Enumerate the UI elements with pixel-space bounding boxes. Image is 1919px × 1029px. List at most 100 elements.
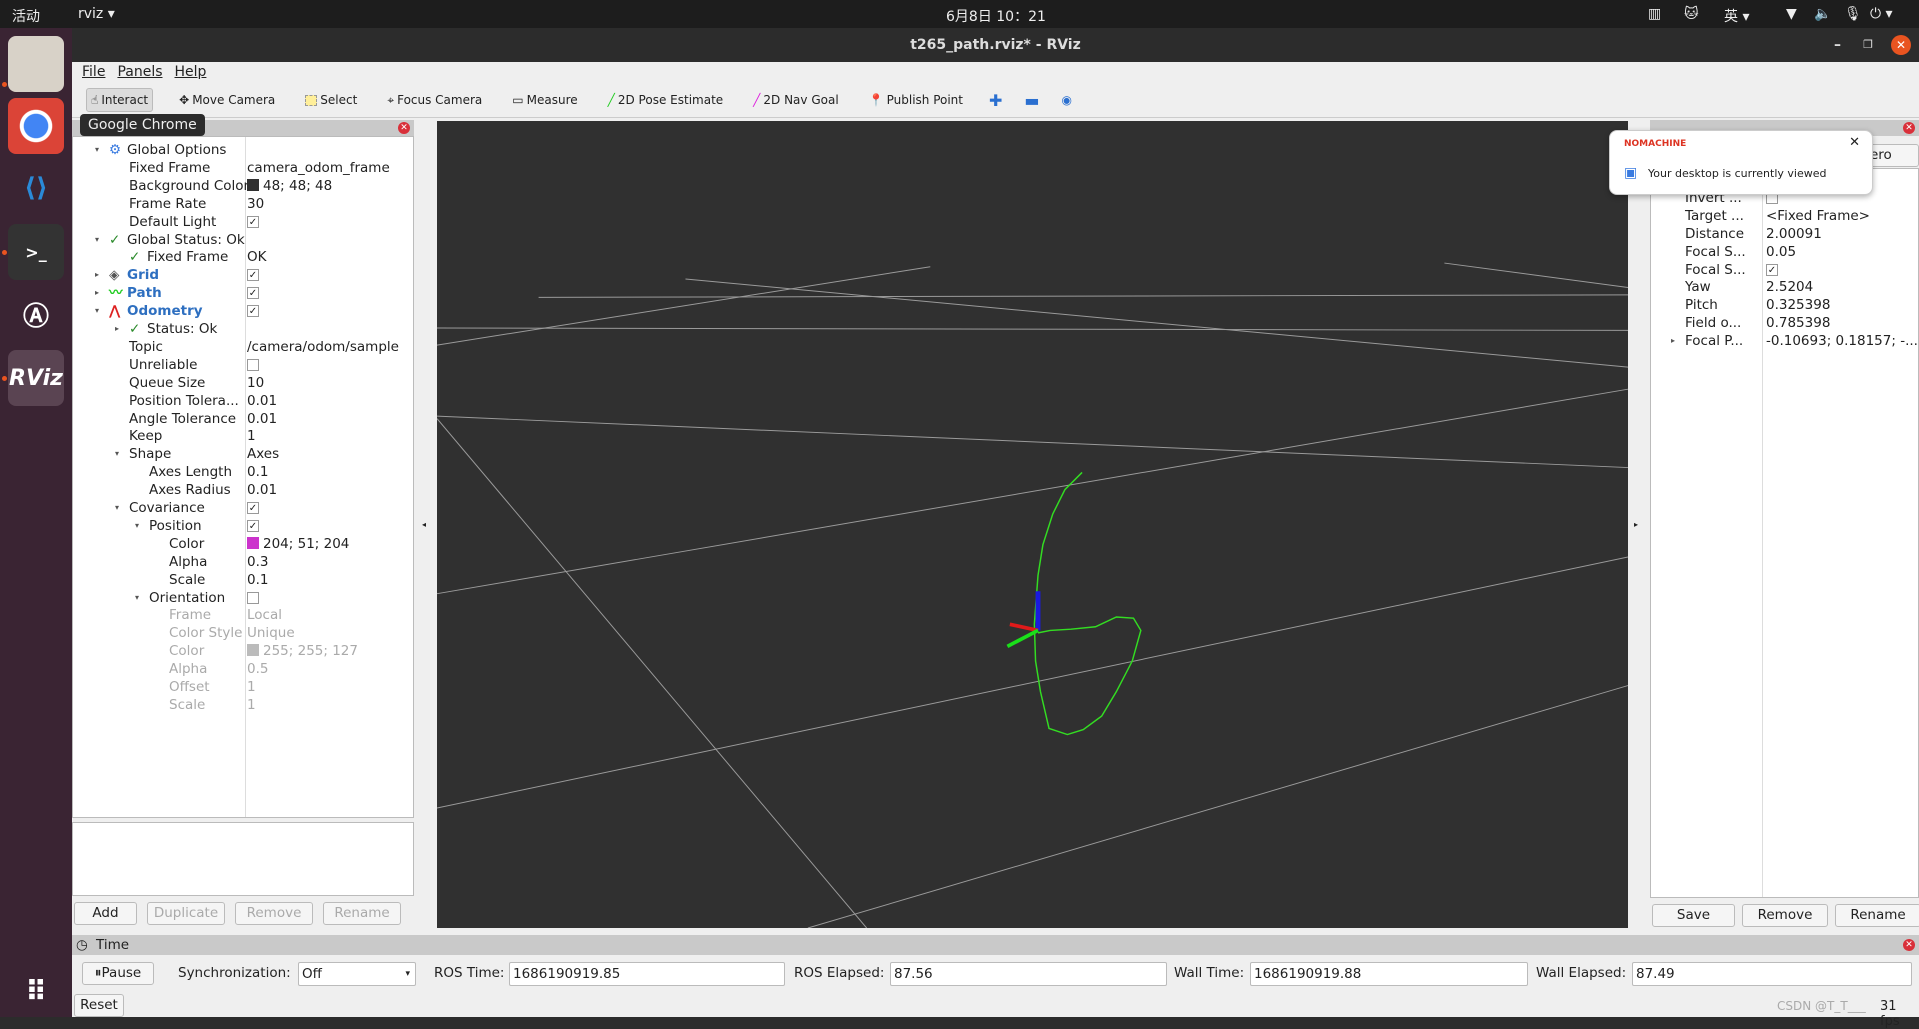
display-tree-row[interactable]: ▸ ◈ Grid ✓ xyxy=(73,266,413,284)
checkbox[interactable]: ✓ xyxy=(247,305,259,318)
property-value[interactable]: -0.10693; 0.18157; -... xyxy=(1766,332,1918,350)
microphone-icon[interactable]: 🎙 xyxy=(1844,6,1862,22)
tool-focus-camera[interactable]: ⌖ Focus Camera xyxy=(383,89,486,112)
input-method[interactable]: 英 ▾ xyxy=(1724,6,1749,26)
checkbox[interactable]: ✓ xyxy=(247,287,259,300)
files-icon[interactable] xyxy=(8,36,64,92)
display-tree-row[interactable]: ▾ Position ✓ xyxy=(73,517,413,535)
rename-button[interactable]: Rename xyxy=(323,902,401,925)
network-icon[interactable]: ▥ xyxy=(1648,6,1661,22)
clock[interactable]: 6月8日 10：21 xyxy=(946,6,1046,26)
property-value[interactable]: /camera/odom/sample xyxy=(247,338,399,356)
add-button[interactable]: Add xyxy=(74,902,137,925)
property-value[interactable]: ✓ xyxy=(247,213,259,231)
display-tree-row[interactable]: Axes Radius 0.01 xyxy=(73,481,413,499)
display-tree-row[interactable]: ▸ ✓ Status: Ok xyxy=(73,320,413,338)
property-value[interactable]: ✓ xyxy=(247,266,259,284)
property-value[interactable]: 1 xyxy=(247,427,256,445)
display-tree-row[interactable]: Color 255; 255; 127 xyxy=(73,642,413,660)
checkbox[interactable]: ✓ xyxy=(247,502,259,514)
property-value[interactable]: 0.05 xyxy=(1766,243,1796,261)
property-value[interactable]: Local xyxy=(247,606,282,624)
tool-measure[interactable]: ▭ Measure xyxy=(508,89,581,111)
close-panel-button[interactable]: ✕ xyxy=(398,122,410,134)
menu-help[interactable]: Help xyxy=(175,62,207,83)
display-tree-row[interactable]: Angle Tolerance 0.01 xyxy=(73,410,413,428)
property-value[interactable]: 0.3 xyxy=(247,553,268,571)
close-panel-button[interactable]: ✕ xyxy=(1903,939,1915,951)
expand-arrow-icon[interactable]: ▾ xyxy=(95,231,99,249)
cat-app-icon[interactable]: 🐱 xyxy=(1684,6,1699,22)
terminal-icon[interactable]: >_ xyxy=(8,224,64,280)
display-tree-row[interactable]: Queue Size 10 xyxy=(73,374,413,392)
maximize-button[interactable]: ❐ xyxy=(1863,28,1873,62)
tool-interact[interactable]: ☝ Interact xyxy=(86,88,154,112)
view-property-row[interactable]: Field o... 0.785398 xyxy=(1651,314,1919,332)
view-property-row[interactable]: Yaw 2.5204 xyxy=(1651,278,1919,296)
checkbox[interactable]: ✓ xyxy=(247,519,259,532)
volume-icon[interactable]: 🔈 xyxy=(1814,6,1831,22)
display-tree-row[interactable]: Position Tolera... 0.01 xyxy=(73,392,413,410)
checkbox[interactable]: ✓ xyxy=(247,215,259,228)
property-value[interactable]: 1 xyxy=(247,696,256,714)
checkbox[interactable]: ✓ xyxy=(1766,263,1778,276)
chrome-icon[interactable] xyxy=(8,98,64,154)
display-tree-row[interactable]: Scale 1 xyxy=(73,696,413,714)
ros-elapsed-field[interactable]: 87.56 xyxy=(890,962,1167,986)
close-panel-button[interactable]: ✕ xyxy=(1903,122,1915,134)
expand-arrow-icon[interactable]: ▾ xyxy=(115,445,119,463)
property-value[interactable]: ✓ xyxy=(247,284,259,302)
power-icon[interactable]: ⏻ ▾ xyxy=(1870,6,1893,22)
property-value[interactable]: Axes xyxy=(247,445,279,463)
expand-arrow-icon[interactable]: ▸ xyxy=(1671,332,1675,350)
property-value[interactable] xyxy=(247,356,259,374)
display-tree-row[interactable]: Frame Local xyxy=(73,606,413,624)
expand-arrow-icon[interactable]: ▾ xyxy=(135,589,139,607)
display-tree-row[interactable]: ▸ 〰 Path ✓ xyxy=(73,284,413,302)
expand-arrow-icon[interactable]: ▸ xyxy=(95,266,99,284)
display-tree-row[interactable]: Alpha 0.3 xyxy=(73,553,413,571)
view-property-row[interactable]: Target ... <Fixed Frame> xyxy=(1651,207,1919,225)
view-property-row[interactable]: ▸ Focal P... -0.10693; 0.18157; -... xyxy=(1651,332,1919,350)
property-value[interactable]: 2.00091 xyxy=(1766,225,1822,243)
checkbox[interactable] xyxy=(247,591,259,604)
display-tree-row[interactable]: ▾ ✓ Global Status: Ok xyxy=(73,231,413,249)
minimize-button[interactable]: – xyxy=(1834,28,1841,62)
tool-select[interactable]: Select xyxy=(301,89,361,111)
save-button[interactable]: Save xyxy=(1652,904,1735,927)
display-tree-row[interactable]: Topic/camera/odom/sample xyxy=(73,338,413,356)
add-tool-icon[interactable]: ✚ xyxy=(989,91,1002,110)
duplicate-button[interactable]: Duplicate xyxy=(147,902,225,925)
tool-move-camera[interactable]: ✥ Move Camera xyxy=(175,89,279,111)
property-value[interactable]: 0.1 xyxy=(247,571,268,589)
expand-arrow-icon[interactable]: ▸ xyxy=(115,320,119,338)
rviz-icon[interactable]: RViz xyxy=(8,350,64,406)
activities-button[interactable]: 活动 xyxy=(12,6,40,26)
tool-2d-nav-goal[interactable]: ╱ 2D Nav Goal xyxy=(749,89,843,111)
property-value[interactable]: 10 xyxy=(247,374,264,392)
display-tree-row[interactable]: Color Style Unique xyxy=(73,624,413,642)
camera-view-icon[interactable]: ◉ xyxy=(1062,93,1072,107)
ros-time-field[interactable]: 1686190919.85 xyxy=(509,962,785,986)
property-value[interactable]: ✓ xyxy=(247,499,259,517)
display-tree-row[interactable]: Fixed Frame camera_odom_frame xyxy=(73,159,413,177)
wall-elapsed-field[interactable]: 87.49 xyxy=(1632,962,1912,986)
display-tree-row[interactable]: Offset 1 xyxy=(73,678,413,696)
remove-tool-icon[interactable]: ▬ xyxy=(1024,91,1039,110)
tool-publish-point[interactable]: 📍 Publish Point xyxy=(865,89,967,111)
display-tree-row[interactable]: Axes Length 0.1 xyxy=(73,463,413,481)
display-tree-row[interactable]: ▾ Covariance ✓ xyxy=(73,499,413,517)
menu-panels[interactable]: Panels xyxy=(117,62,162,83)
property-value[interactable]: 2.5204 xyxy=(1766,278,1813,296)
display-tree-row[interactable]: ▾ Orientation xyxy=(73,589,413,607)
property-value[interactable]: ✓ xyxy=(247,302,259,320)
expand-arrow-icon[interactable]: ▾ xyxy=(95,141,99,159)
property-value[interactable]: 0.325398 xyxy=(1766,296,1830,314)
display-tree-row[interactable]: ▾ ⋀ Odometry ✓ xyxy=(73,302,413,320)
close-notification-button[interactable]: ✕ xyxy=(1849,135,1860,150)
display-tree-row[interactable]: ▾ ⚙ Global Options xyxy=(73,141,413,159)
expand-arrow-icon[interactable]: ▸ xyxy=(95,284,99,302)
display-tree-row[interactable]: Alpha 0.5 xyxy=(73,660,413,678)
property-value[interactable]: 0.01 xyxy=(247,481,277,499)
collapse-right-handle[interactable]: ▸ xyxy=(1634,520,1638,529)
